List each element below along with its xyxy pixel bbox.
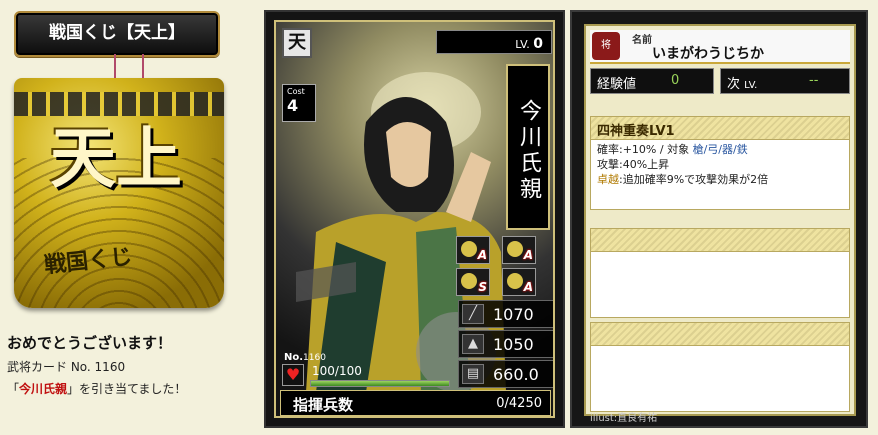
level-label: LV. xyxy=(515,38,530,51)
excellence-label: 卓越 xyxy=(597,173,619,186)
sword-icon: ╱ xyxy=(462,304,484,324)
skill-slot-3-body xyxy=(590,346,850,412)
next-label: 次 xyxy=(727,77,741,92)
no-label: No. xyxy=(284,352,304,363)
hp-value: 100/100 xyxy=(312,364,362,378)
skill-slot-2-header xyxy=(590,228,850,252)
helmet-icon: ▲ xyxy=(462,334,484,354)
name-label: 名前 xyxy=(632,35,652,46)
cannon-icon: A xyxy=(502,268,536,296)
defense-value: 1050 xyxy=(493,335,534,354)
weapon-targets: 槍/弓/器/鉄 xyxy=(692,143,748,156)
hp-bar-fill xyxy=(311,381,449,386)
result-message: 「今川氏親」を引き当てました！ xyxy=(7,380,186,397)
no-value: 1160 xyxy=(303,353,326,363)
card-art-frame: 天 LV. 0 Cost 4 今川氏親 A A S A ╱ 1070 ▲ 1050 … xyxy=(274,20,555,418)
result-name: 今川氏親 xyxy=(19,382,68,396)
exp-value: 0 xyxy=(671,73,680,88)
lottery-bag-image: 天上 戦国くじ xyxy=(14,78,224,308)
lottery-panel: 戦国くじ【天上】 天上 戦国くじ おめでとうございます！ 武将カード No. 1… xyxy=(0,0,240,435)
illustrator-credit: illust:直良有祐 xyxy=(590,413,658,424)
hp-bar xyxy=(310,380,450,387)
level-box: LV. 0 xyxy=(436,30,552,54)
rank-badge: 天 xyxy=(282,28,312,58)
general-detail-panel: 将 名前 いまがわうじちか 経験値 0 次 LV. -- 四神重奏LV1 確率:… xyxy=(570,10,868,428)
skill-line-2: 攻撃:40%上昇 xyxy=(597,158,670,171)
defense-stat: ▲ 1050 xyxy=(458,330,553,358)
strategy-stat: ▤ 660.0 xyxy=(458,360,553,388)
scroll-icon: ▤ xyxy=(462,364,484,384)
attack-value: 1070 xyxy=(493,305,534,324)
skill-grade: S xyxy=(478,280,487,294)
next-value: -- xyxy=(809,73,819,88)
next-level-box: 次 LV. -- xyxy=(720,68,850,94)
name-bar: 将 名前 いまがわうじちか xyxy=(590,30,850,64)
general-name: 今川氏親 xyxy=(506,64,550,230)
bag-pattern-band xyxy=(14,92,224,116)
strategy-value: 660.0 xyxy=(493,365,539,384)
cost-box: Cost 4 xyxy=(282,84,316,122)
lottery-title: 戦国くじ【天上】 xyxy=(14,11,220,57)
general-icon: 将 xyxy=(592,32,620,60)
cost-label: Cost xyxy=(287,87,305,96)
cavalry-horse-icon: A xyxy=(502,236,536,264)
bow-icon: S xyxy=(456,268,490,296)
congrats-message: おめでとうございます！ xyxy=(7,334,173,352)
command-troops: 指揮兵数 0/4250 xyxy=(280,390,551,416)
command-label: 指揮兵数 xyxy=(293,396,354,414)
skill-description: 確率:+10% / 対象 槍/弓/器/鉄 攻撃:40%上昇 卓越:追加確率9%で… xyxy=(590,140,850,210)
card-number-text: 武将カード No. 1160 xyxy=(7,360,126,374)
command-value: 0/4250 xyxy=(496,396,542,411)
spear-soldier-icon: A xyxy=(456,236,490,264)
next-sub: LV. xyxy=(744,80,758,91)
exp-box: 経験値 0 xyxy=(590,68,714,94)
heart-icon: ♥ xyxy=(282,364,304,386)
bag-big-text: 天上 xyxy=(50,119,182,197)
skill-line-1: 確率:+10% / 対象 槍/弓/器/鉄 xyxy=(597,143,748,156)
result-prefix: 「 xyxy=(7,382,20,396)
cost-value: 4 xyxy=(287,96,299,115)
card-no: No.1160 xyxy=(284,352,326,363)
skill-grade: A xyxy=(523,248,533,262)
exp-label: 経験値 xyxy=(597,77,637,92)
detail-inner: 将 名前 いまがわうじちか 経験値 0 次 LV. -- 四神重奏LV1 確率:… xyxy=(584,24,856,416)
result-suffix: 」を引き当てました！ xyxy=(67,382,187,396)
skill-slot-3-header xyxy=(590,322,850,346)
skill-line-3: 卓越:追加確率9%で攻撃効果が2倍 xyxy=(597,173,769,186)
attack-stat: ╱ 1070 xyxy=(458,300,553,328)
hp-row: ♥ 100/100 xyxy=(282,364,452,388)
general-card[interactable]: 天 LV. 0 Cost 4 今川氏親 A A S A ╱ 1070 ▲ 1050 … xyxy=(264,10,565,428)
level-value: 0 xyxy=(533,36,543,52)
skill-grade: A xyxy=(523,280,533,294)
skill-slot-2-body xyxy=(590,252,850,318)
skill-grade: A xyxy=(477,248,487,262)
name-kana: いまがわうじちか xyxy=(652,46,764,62)
skill-title: 四神重奏LV1 xyxy=(590,116,850,140)
